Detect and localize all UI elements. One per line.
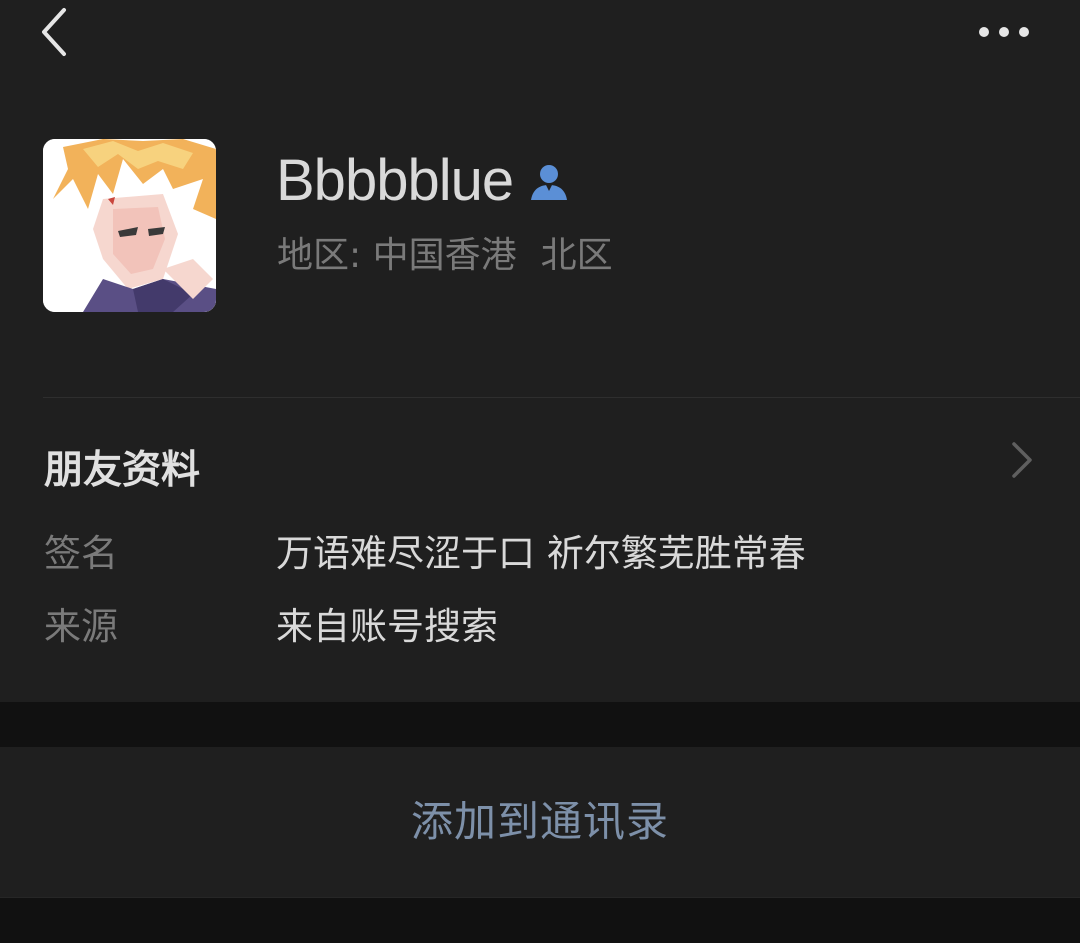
signature-value: 万语难尽涩于口 祈尔繁芜胜常春 [276, 532, 806, 575]
region-label: 地区: [277, 235, 362, 276]
region-value: 中国香港 [372, 235, 517, 276]
avatar-image [43, 139, 216, 312]
bottom-area [0, 897, 1080, 943]
signature-label: 签名 [44, 532, 118, 575]
person-icon [531, 165, 568, 200]
chevron-left-icon [42, 8, 66, 56]
source-value: 来自账号搜索 [276, 605, 498, 648]
source-label: 来源 [44, 605, 118, 648]
add-to-contacts-button[interactable]: 添加到通讯录 [0, 747, 1080, 897]
nickname-row: Bbbbblue [276, 146, 571, 216]
more-dots-icon [979, 27, 1029, 37]
add-to-contacts-label: 添加到通讯录 [410, 797, 669, 846]
profile-screen: Bbbbblue 地区: 中国香港 北区 朋友资料 签名 万语难尽涩于口 祈尔繁芜… [0, 0, 1080, 943]
more-button[interactable] [968, 12, 1040, 52]
chevron-right-icon [1012, 442, 1032, 478]
friend-info-button[interactable] [1004, 436, 1040, 484]
back-button[interactable] [30, 4, 80, 60]
divider [43, 397, 1080, 398]
avatar[interactable] [43, 139, 216, 312]
region-district: 北区 [540, 235, 613, 276]
section-separator [0, 702, 1080, 747]
friend-info-title[interactable]: 朋友资料 [44, 444, 200, 498]
nickname: Bbbbblue [276, 148, 514, 213]
region: 地区: 中国香港 北区 [277, 230, 613, 282]
profile-card: Bbbbblue 地区: 中国香港 北区 朋友资料 签名 万语难尽涩于口 祈尔繁芜… [0, 0, 1080, 702]
